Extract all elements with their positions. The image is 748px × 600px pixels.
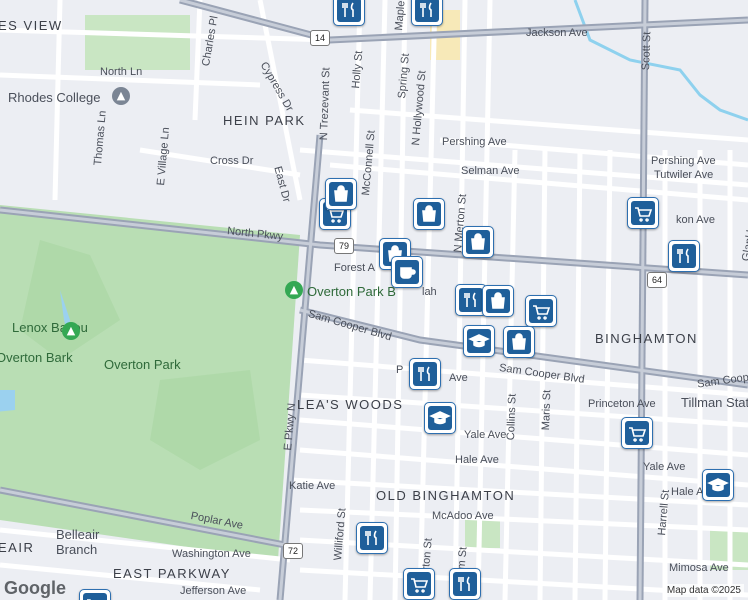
street-label: Yale Ave xyxy=(464,429,507,441)
street-label: lah xyxy=(422,286,437,298)
street-label: Pershing Ave xyxy=(651,155,716,167)
route-shield: 14 xyxy=(310,30,330,46)
street-label: Forest A xyxy=(334,262,375,274)
street-label: Collins St xyxy=(505,393,519,441)
graduation-cap-icon xyxy=(429,411,451,425)
street-label: McAdoo Ave xyxy=(432,510,494,522)
restaurant-icon xyxy=(365,530,377,545)
restaurant-icon xyxy=(342,2,354,17)
restaurant-marker[interactable] xyxy=(668,240,700,272)
street-label: Princeton Ave xyxy=(588,398,656,410)
cart-icon xyxy=(635,207,653,222)
shopping-bag-icon xyxy=(491,292,505,309)
shopping-bag-icon xyxy=(471,233,485,250)
cart-icon xyxy=(411,578,429,593)
neighborhood-label: ES VIEW xyxy=(0,18,63,33)
grocery-marker[interactable] xyxy=(403,568,435,600)
map-attribution: Map data ©2025 xyxy=(663,584,744,597)
street-label: Washington Ave xyxy=(172,548,251,560)
restaurant-icon xyxy=(420,2,432,17)
poi-label: Belleair xyxy=(56,527,100,542)
cafe-marker[interactable] xyxy=(391,256,423,288)
map-canvas[interactable]: HEIN PARK LEA'S WOODS OLD BINGHAMTON BIN… xyxy=(0,0,748,600)
cart-icon xyxy=(629,427,647,442)
poi-label: Branch xyxy=(56,542,98,557)
restaurant-marker[interactable] xyxy=(333,0,365,26)
street-label: P xyxy=(396,364,404,376)
shopping-bag-icon xyxy=(512,333,526,350)
street-label: Mimosa Ave xyxy=(669,562,729,574)
restaurant-marker[interactable] xyxy=(356,522,388,554)
shopping-marker[interactable] xyxy=(503,326,535,358)
tree-icon[interactable]: ▲ xyxy=(285,281,303,299)
neighborhood-label: EAST PARKWAY xyxy=(113,566,231,581)
street-label: North Ln xyxy=(100,66,143,78)
street-label: Cross Dr xyxy=(210,155,254,167)
shopping-marker[interactable] xyxy=(413,198,445,230)
grocery-marker[interactable] xyxy=(79,589,111,600)
route-shield: 64 xyxy=(647,272,667,288)
cart-icon xyxy=(87,599,91,600)
poi-label: Rhodes College xyxy=(8,90,101,105)
restaurant-icon xyxy=(458,576,470,591)
shopping-marker[interactable] xyxy=(482,285,514,317)
restaurant-marker[interactable] xyxy=(409,358,441,390)
google-logo: Google xyxy=(4,578,66,598)
route-shield: 72 xyxy=(283,543,303,559)
cart-icon xyxy=(533,305,551,320)
street-label: Selman Ave xyxy=(461,165,520,177)
poi-label: Tillman Stati xyxy=(681,395,748,410)
street-label: Ave xyxy=(449,372,468,384)
shopping-marker[interactable] xyxy=(325,178,357,210)
shopping-bag-icon xyxy=(334,185,348,202)
restaurant-marker[interactable] xyxy=(449,568,481,600)
neighborhood-label: BINGHAMTON xyxy=(595,331,698,346)
coffee-icon xyxy=(400,267,416,279)
poi-label: Overton Park B xyxy=(307,284,396,299)
tree-icon[interactable]: ▲ xyxy=(62,322,80,340)
school-marker[interactable] xyxy=(702,469,734,501)
restaurant-marker[interactable] xyxy=(411,0,443,26)
street-label: Katie Ave xyxy=(289,480,336,492)
graduation-cap-icon xyxy=(468,334,490,348)
restaurant-icon xyxy=(418,366,430,381)
street-label: Jackson Ave xyxy=(526,27,588,39)
street-label: Maris St xyxy=(540,389,554,431)
street-label: Hale Ave xyxy=(455,454,499,466)
grocery-marker[interactable] xyxy=(621,417,653,449)
route-shield: 79 xyxy=(334,238,354,254)
school-icon[interactable]: ▲ xyxy=(112,87,130,105)
poi-label: Overton Bark xyxy=(0,350,73,365)
street-label: N Trezevant St xyxy=(318,67,333,141)
restaurant-icon xyxy=(677,248,689,263)
street-label: Pershing Ave xyxy=(442,136,507,148)
street-label: Tutwiler Ave xyxy=(654,169,714,181)
map-base xyxy=(0,0,748,600)
neighborhood-label: EAIR xyxy=(0,540,35,555)
school-marker[interactable] xyxy=(424,402,456,434)
street-label: Scott St xyxy=(640,31,654,71)
grocery-marker[interactable] xyxy=(627,197,659,229)
grocery-marker[interactable] xyxy=(525,295,557,327)
street-label: Yale Ave xyxy=(643,461,686,473)
restaurant-icon xyxy=(464,292,476,307)
neighborhood-label: LEA'S WOODS xyxy=(297,397,404,412)
street-label: kon Ave xyxy=(676,214,715,226)
shopping-bag-icon xyxy=(422,205,436,222)
school-marker[interactable] xyxy=(463,325,495,357)
park-label: Overton Park xyxy=(104,357,181,372)
neighborhood-label: HEIN PARK xyxy=(223,113,306,128)
street-label: Jefferson Ave xyxy=(180,585,247,597)
neighborhood-label: OLD BINGHAMTON xyxy=(376,488,516,503)
shopping-marker[interactable] xyxy=(462,226,494,258)
graduation-cap-icon xyxy=(707,478,729,492)
